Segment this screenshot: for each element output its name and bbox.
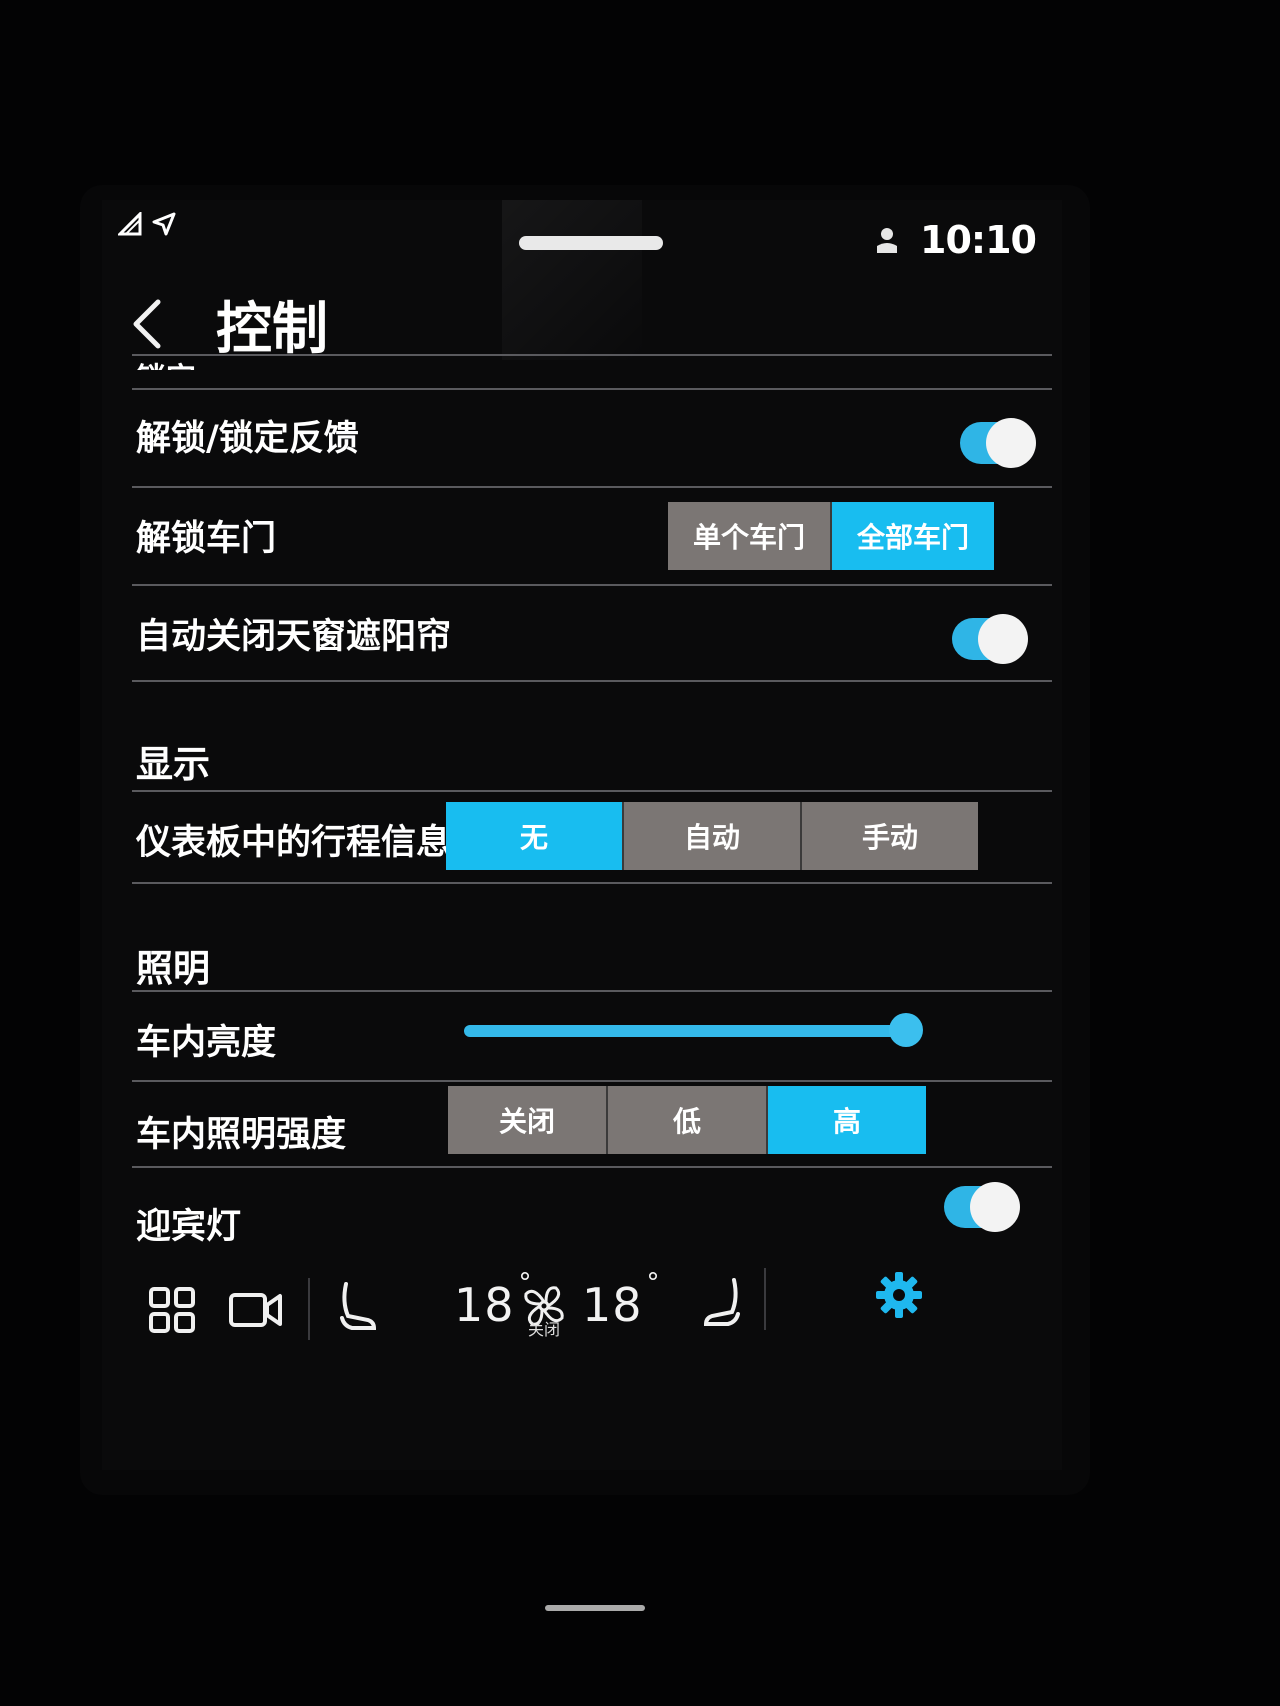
notification-pull-handle[interactable] [519,236,663,250]
divider [132,1080,1052,1082]
display-section-title: 显示 [136,743,210,786]
unlock-doors-segmented: 单个车门 全部车门 [668,502,994,570]
option-low[interactable]: 低 [608,1086,768,1154]
lighting-section-title: 照明 [136,947,210,990]
left-temperature[interactable]: 18 ° [454,1268,533,1332]
status-clock: 10:10 [920,218,1037,262]
slider-track [464,1025,906,1037]
unlock-doors-label: 解锁车门 [136,519,277,559]
trip-info-label: 仪表板中的行程信息 [136,823,452,863]
toggle-knob [970,1182,1020,1232]
divider [132,1166,1052,1168]
location-arrow-icon [152,212,176,236]
user-profile-icon [877,228,898,253]
divider [132,486,1052,488]
status-icons-left [118,212,176,236]
interior-light-intensity-segmented: 关闭 低 高 [448,1086,926,1154]
option-high[interactable]: 高 [768,1086,926,1154]
welcome-light-label: 迎宾灯 [136,1207,242,1247]
degree-symbol: ° [646,1267,661,1298]
divider [132,388,1052,390]
seat-left-icon[interactable] [338,1280,378,1332]
app-grid-icon[interactable] [148,1286,196,1334]
divider [132,354,1052,356]
divider [132,790,1052,792]
slider-thumb[interactable] [888,1013,923,1047]
unlock-feedback-toggle[interactable] [960,418,1036,468]
option-none[interactable]: 无 [446,802,624,870]
toggle-knob [986,418,1036,468]
divider [132,584,1052,586]
trip-info-segmented: 无 自动 手动 [446,802,978,870]
option-off[interactable]: 关闭 [448,1086,608,1154]
dock-divider [764,1268,766,1330]
page-title: 控制 [216,297,328,362]
settings-gear-icon[interactable] [874,1270,924,1320]
camera-icon[interactable] [228,1290,284,1330]
interior-brightness-label: 车内亮度 [136,1023,277,1063]
divider [132,990,1052,992]
divider [132,882,1052,884]
option-auto[interactable]: 自动 [624,802,802,870]
divider [132,680,1052,682]
right-temperature[interactable]: 18 ° [582,1268,661,1332]
left-temp-value: 18 [454,1278,515,1332]
option-single-door[interactable]: 单个车门 [668,502,832,570]
welcome-light-toggle[interactable] [944,1182,1020,1232]
screen-glare [502,200,642,360]
dock-divider [308,1278,310,1340]
hardware-home-indicator [545,1605,645,1611]
toggle-knob [978,614,1028,664]
climate-bar: 18 ° 关闭 18 ° [102,1260,1062,1370]
option-all-doors[interactable]: 全部车门 [832,502,994,570]
auto-close-sunshade-label: 自动关闭天窗遮阳帘 [136,617,452,657]
infotainment-screen: 10:10 控制 锁定 解锁/锁定反馈 解锁车门 单个车门 全部车门 自动关闭天… [102,200,1062,1470]
fan-status-label: 关闭 [527,1320,560,1339]
status-icons-right: 10:10 [876,218,1037,262]
signal-icon [118,212,142,236]
interior-light-intensity-label: 车内照明强度 [136,1115,347,1155]
seat-right-icon[interactable] [702,1276,742,1328]
unlock-feedback-label: 解锁/锁定反馈 [136,419,359,459]
auto-close-sunshade-toggle[interactable] [952,614,1028,664]
option-manual[interactable]: 手动 [802,802,978,870]
interior-brightness-slider[interactable] [464,1010,924,1050]
right-temp-value: 18 [582,1278,643,1332]
